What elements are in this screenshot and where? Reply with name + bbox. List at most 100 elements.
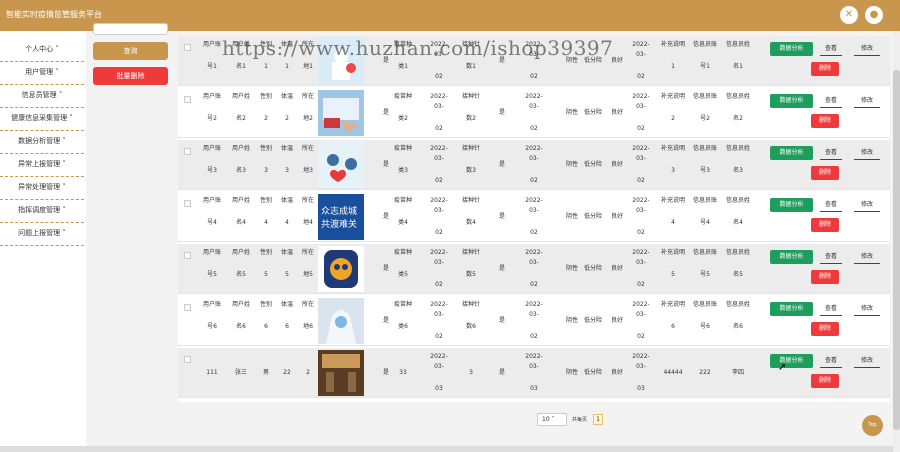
cell-line: 2022-03-: [525, 301, 543, 318]
menu-abnormal-report[interactable]: 异常上报管理 ˅: [0, 155, 84, 177]
view-button[interactable]: 查看: [820, 250, 842, 264]
row-image: [318, 142, 364, 188]
table-cell: 2022-03- 02: [521, 248, 547, 290]
page-label: 共每页: [572, 417, 588, 423]
row-checkbox[interactable]: [184, 200, 191, 207]
edit-button[interactable]: 修改: [854, 250, 880, 264]
data-analysis-button[interactable]: 数据分析: [770, 146, 813, 160]
query-button[interactable]: 查询: [93, 42, 168, 60]
cell-line: 用户账: [202, 93, 221, 100]
delete-button[interactable]: 删除: [811, 218, 839, 232]
data-analysis-button[interactable]: 数据分析: [770, 302, 813, 316]
cell-line: 用户账: [202, 197, 221, 204]
delete-button[interactable]: 删除: [811, 114, 839, 128]
row-checkbox[interactable]: [184, 148, 191, 155]
delete-button[interactable]: 删除: [811, 62, 839, 76]
cell-line: 名3: [236, 167, 246, 174]
data-analysis-button[interactable]: 数据分析: [770, 198, 813, 212]
cell-line: 数3: [466, 167, 476, 174]
table-row: 111 张三男 22 2 是 33 2022-03- 03 3 是 2022-03- 03 阴性 低分险良…: [178, 348, 890, 398]
table-cell: 良好: [604, 264, 630, 274]
table-row: 用户账 号6 用户姓 名6 性别 6 体温 6 所在 地6 是疫苗种 类6 2022-03- 02 接种针数…: [178, 296, 890, 346]
delete-button[interactable]: 删除: [811, 322, 839, 336]
table-cell: 信息员账 号3: [692, 144, 718, 176]
menu-abnormal-handling[interactable]: 异常处理管理 ˅: [0, 178, 84, 200]
cell-line: 数1: [466, 63, 476, 70]
delete-button[interactable]: 删除: [811, 374, 839, 388]
row-checkbox[interactable]: [184, 96, 191, 103]
cell-line: 03: [637, 385, 645, 392]
cell-line: 名3: [733, 167, 743, 174]
table-row: 用户账 号5 用户姓 名5 性别 5 体温 5 所在 地5 是疫苗种 类5 2022-03- 02 接种针数…: [178, 244, 890, 294]
cell-line: 补充说明: [660, 41, 685, 48]
edit-button[interactable]: 修改: [854, 146, 880, 160]
cell-line: 信息员账: [692, 301, 717, 308]
row-checkbox[interactable]: [184, 44, 191, 51]
cell-line: 信息员姓: [725, 249, 750, 256]
cell-line: 良好: [610, 109, 623, 116]
menu-command-dispatch[interactable]: 指挥调度管理 ˅: [0, 201, 84, 223]
cell-line: 用户账: [202, 145, 221, 152]
delete-button[interactable]: 删除: [811, 166, 839, 180]
menu-user-management[interactable]: 用户管理 ˅: [0, 63, 84, 85]
cell-line: 号1: [700, 63, 710, 70]
table-cell: 信息员账 号1: [692, 40, 718, 72]
cell-line: 02: [530, 73, 538, 80]
menu-health-collection[interactable]: 健康信息采集管理 ˅: [0, 109, 84, 131]
view-button[interactable]: 查看: [820, 42, 842, 56]
edit-button[interactable]: 修改: [854, 354, 880, 368]
data-analysis-button[interactable]: 数据分析: [770, 354, 813, 368]
menu-data-analysis[interactable]: 数据分析管理 ˅: [0, 132, 84, 154]
edit-button[interactable]: 修改: [854, 42, 880, 56]
cell-line: 03: [435, 385, 443, 392]
cell-line: 接种针: [461, 301, 480, 308]
cell-line: 44444: [663, 369, 683, 376]
view-button[interactable]: 查看: [820, 302, 842, 316]
view-button[interactable]: 查看: [820, 146, 842, 160]
cell-line: 2022-03-: [525, 145, 543, 162]
cell-line: 2022-03-: [632, 197, 650, 214]
table-cell: 疫苗种 类3: [390, 144, 416, 176]
menu-personal-center[interactable]: 个人中心 ˅: [0, 40, 84, 62]
horizontal-scrollbar[interactable]: [0, 446, 893, 452]
view-button[interactable]: 查看: [820, 198, 842, 212]
table-cell: 信息员姓 名1: [725, 40, 751, 72]
cell-line: 02: [637, 73, 645, 80]
scrollbar-thumb[interactable]: [893, 70, 900, 430]
table-cell: 用户姓 名4: [228, 196, 254, 228]
row-checkbox[interactable]: [184, 304, 191, 311]
menu-problem-report[interactable]: 问题上报管理 ˅: [0, 224, 84, 246]
row-checkbox[interactable]: [184, 356, 191, 363]
table-cell: 李四: [725, 368, 751, 378]
cell-line: 用户姓: [231, 93, 250, 100]
table-cell: 低分险: [580, 316, 606, 326]
data-analysis-button[interactable]: 数据分析: [770, 42, 813, 56]
cell-line: 号5: [207, 271, 217, 278]
data-analysis-button[interactable]: 数据分析: [770, 94, 813, 108]
delete-button[interactable]: 删除: [811, 270, 839, 284]
table-cell: 接种针 数4: [458, 196, 484, 228]
cell-line: 类5: [398, 271, 408, 278]
table-cell: 2022-03- 02: [426, 92, 452, 134]
page-button-1[interactable]: 1: [593, 414, 603, 425]
edit-button[interactable]: 修改: [854, 94, 880, 108]
menu-informant-management[interactable]: 信息员管理 ˅: [0, 86, 84, 108]
cell-line: 用户账: [202, 301, 221, 308]
back-to-top-button[interactable]: Top: [862, 415, 883, 436]
cell-line: 02: [530, 125, 538, 132]
edit-button[interactable]: 修改: [854, 198, 880, 212]
user-icon[interactable]: ●: [865, 6, 883, 24]
view-button[interactable]: 查看: [820, 354, 842, 368]
cell-line: 补充说明: [660, 145, 685, 152]
view-button[interactable]: 查看: [820, 94, 842, 108]
cell-line: 2022-03-: [632, 249, 650, 266]
edit-button[interactable]: 修改: [854, 302, 880, 316]
row-checkbox[interactable]: [184, 252, 191, 259]
cross-arrows-icon[interactable]: ✕: [840, 6, 858, 24]
table-cell: 信息员姓 名2: [725, 92, 751, 124]
cell-line: 名1: [733, 63, 743, 70]
page-size-select[interactable]: 10 ˅: [537, 413, 567, 426]
batch-delete-button[interactable]: 批量删除: [93, 67, 168, 85]
partial-input[interactable]: [93, 23, 168, 35]
data-analysis-button[interactable]: 数据分析: [770, 250, 813, 264]
